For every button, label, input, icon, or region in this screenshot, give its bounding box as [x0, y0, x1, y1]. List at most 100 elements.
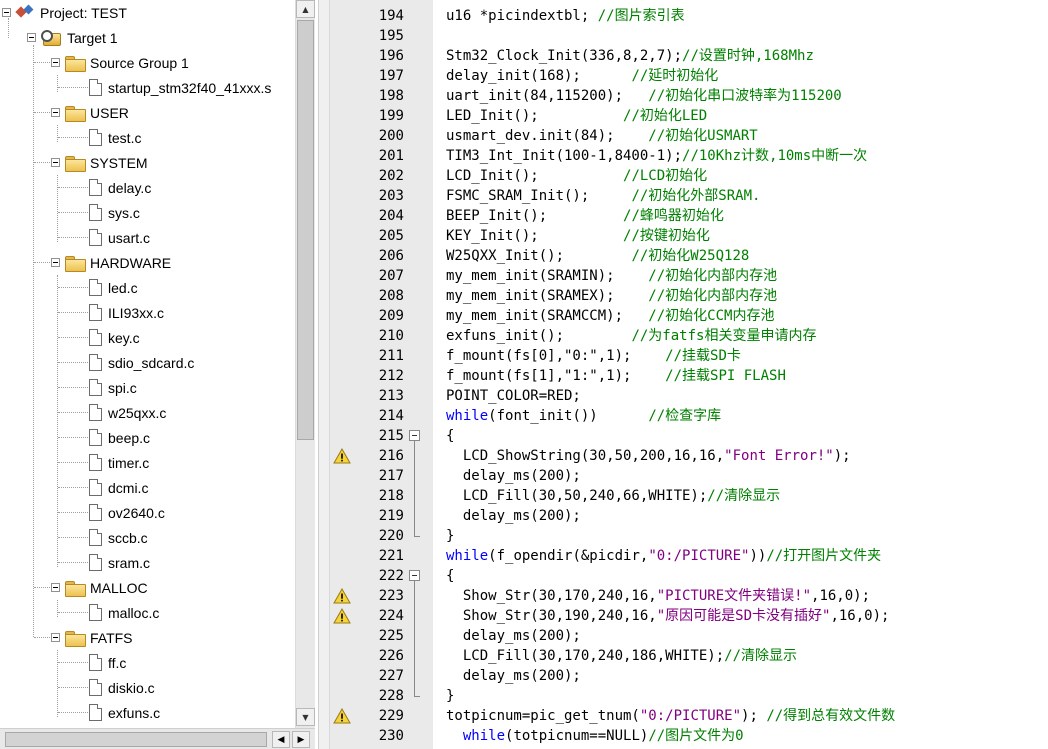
code-text: my_mem_init(SRAMEX); //初始化内部内存池 [446, 286, 777, 306]
code-line[interactable]: 225 delay_ms(200); [330, 626, 1048, 646]
code-line[interactable]: 204 BEEP_Init(); //蜂鸣器初始化 [330, 206, 1048, 226]
code-line[interactable]: 211 f_mount(fs[0],"0:",1); //挂载SD卡 [330, 346, 1048, 366]
code-token: usmart_dev.init(84); [446, 128, 649, 144]
file-icon [89, 604, 102, 621]
code-line[interactable]: 203 FSMC_SRAM_Init(); //初始化外部SRAM. [330, 186, 1048, 206]
collapse-icon[interactable] [27, 33, 36, 42]
fold-minus-icon[interactable] [409, 570, 420, 581]
code-line[interactable]: 223 Show_Str(30,170,240,16,"PICTURE文件夹错误… [330, 586, 1048, 606]
tree-item-project[interactable]: Project: TEST [2, 0, 127, 25]
tree-file[interactable]: ov2640.c [75, 500, 165, 525]
line-number: 228 [378, 688, 404, 704]
horizontal-scrollbar[interactable]: ◀ ▶ [0, 728, 315, 749]
tree-file[interactable]: startup_stm32f40_41xxx.s [75, 75, 271, 100]
collapse-icon[interactable] [51, 583, 60, 592]
collapse-icon[interactable] [51, 258, 60, 267]
code-line[interactable]: 195 [330, 26, 1048, 46]
tree-file[interactable]: w25qxx.c [75, 400, 166, 425]
vertical-scrollbar[interactable]: ▲ ▼ [295, 0, 315, 728]
group-label: HARDWARE [90, 254, 172, 271]
tree-group[interactable]: MALLOC [51, 575, 148, 600]
line-number: 206 [378, 248, 404, 264]
code-line[interactable]: 198 uart_init(84,115200); //初始化串口波特率为1152… [330, 86, 1048, 106]
file-label: sram.c [108, 554, 150, 571]
code-text: POINT_COLOR=RED; [446, 386, 581, 406]
tree-group[interactable]: FATFS [51, 625, 133, 650]
code-line[interactable]: 202 LCD_Init(); //LCD初始化 [330, 166, 1048, 186]
line-number: 215 [378, 428, 404, 444]
code-token: (font_init()) [488, 408, 649, 424]
code-token: TIM3_Int_Init(100-1,8400-1); [446, 148, 683, 164]
code-line[interactable]: 196 Stm32_Clock_Init(336,8,2,7);//设置时钟,16… [330, 46, 1048, 66]
warning-icon[interactable] [333, 608, 351, 624]
code-line[interactable]: 226 LCD_Fill(30,170,240,186,WHITE);//清除显… [330, 646, 1048, 666]
warning-icon[interactable] [333, 708, 351, 724]
line-number: 220 [378, 528, 404, 544]
tree-item-target[interactable]: Target 1 [27, 25, 118, 50]
scroll-up-button[interactable]: ▲ [296, 0, 315, 18]
code-line[interactable]: 209 my_mem_init(SRAMCCM); //初始化CCM内存池 [330, 306, 1048, 326]
collapse-icon[interactable] [51, 158, 60, 167]
code-line[interactable]: 228} [330, 686, 1048, 706]
horizontal-scroll-thumb[interactable] [5, 732, 267, 747]
code-line[interactable]: 230 while(totpicnum==NULL)//图片文件为0 [330, 726, 1048, 746]
code-token: u16 *picindextbl; [446, 8, 598, 24]
code-editor[interactable]: 194 u16 *picindextbl; //图片索引表 195 196 Stm32_… [330, 0, 1048, 749]
tree-group[interactable]: USER [51, 100, 129, 125]
code-text: delay_ms(200); [446, 626, 581, 646]
tree-group[interactable]: Source Group 1 [51, 50, 189, 75]
code-line[interactable]: 216 LCD_ShowString(30,50,200,16,16,"Font… [330, 446, 1048, 466]
code-token: //挂载SPI FLASH [665, 368, 786, 384]
code-line[interactable]: 205 KEY_Init(); //按键初始化 [330, 226, 1048, 246]
scroll-right-button[interactable]: ▶ [292, 731, 310, 748]
tree-file[interactable]: ILI93xx.c [75, 300, 164, 325]
code-line[interactable]: 222 { [330, 566, 1048, 586]
code-line[interactable]: 199 LED_Init(); //初始化LED [330, 106, 1048, 126]
folder-icon [65, 105, 86, 122]
collapse-icon[interactable] [51, 633, 60, 642]
code-line[interactable]: 215 { [330, 426, 1048, 446]
pane-splitter[interactable] [318, 0, 330, 749]
tree-group[interactable]: SYSTEM [51, 150, 148, 175]
code-line[interactable]: 219 delay_ms(200); [330, 506, 1048, 526]
file-icon [89, 404, 102, 421]
code-text: usmart_dev.init(84); //初始化USMART [446, 126, 758, 146]
file-label: malloc.c [108, 604, 160, 621]
file-icon [89, 479, 102, 496]
code-line[interactable]: 208 my_mem_init(SRAMEX); //初始化内部内存池 [330, 286, 1048, 306]
line-number: 216 [378, 448, 404, 464]
vertical-scroll-thumb[interactable] [297, 20, 314, 440]
code-line[interactable]: 220} [330, 526, 1048, 546]
code-line[interactable]: 217 delay_ms(200); [330, 466, 1048, 486]
collapse-icon[interactable] [51, 108, 60, 117]
collapse-icon[interactable] [2, 8, 11, 17]
code-line[interactable]: 214 while(font_init()) //检查字库 [330, 406, 1048, 426]
file-label: spi.c [108, 379, 137, 396]
line-number: 222 [378, 568, 404, 584]
collapse-icon[interactable] [51, 58, 60, 67]
code-line[interactable]: 194 u16 *picindextbl; //图片索引表 [330, 6, 1048, 26]
code-line[interactable]: 200 usmart_dev.init(84); //初始化USMART [330, 126, 1048, 146]
line-number: 226 [378, 648, 404, 664]
code-line[interactable]: 224 Show_Str(30,190,240,16,"原因可能是SD卡没有插好… [330, 606, 1048, 626]
warning-icon[interactable] [333, 588, 351, 604]
tree-group[interactable]: HARDWARE [51, 250, 171, 275]
warning-icon[interactable] [333, 448, 351, 464]
code-line[interactable]: 201 TIM3_Int_Init(100-1,8400-1);//10Khz计数… [330, 146, 1048, 166]
code-line[interactable]: 218 LCD_Fill(30,50,240,66,WHITE);//清除显示 [330, 486, 1048, 506]
code-line[interactable]: 206 W25QXX_Init(); //初始化W25Q128 [330, 246, 1048, 266]
code-line[interactable]: 207 my_mem_init(SRAMIN); //初始化内部内存池 [330, 266, 1048, 286]
fold-minus-icon[interactable] [409, 430, 420, 441]
code-token: "Font Error!" [724, 448, 834, 464]
code-line[interactable]: 229 totpicnum=pic_get_tnum("0:/PICTURE");… [330, 706, 1048, 726]
code-line[interactable]: 221 while(f_opendir(&picdir,"0:/PICTURE")… [330, 546, 1048, 566]
code-line[interactable]: 213 POINT_COLOR=RED; [330, 386, 1048, 406]
code-line[interactable]: 210 exfuns_init(); //为fatfs相关变量申请内存 [330, 326, 1048, 346]
scroll-down-button[interactable]: ▼ [296, 708, 315, 726]
tree-file[interactable]: sdio_sdcard.c [75, 350, 194, 375]
code-line[interactable]: 212 f_mount(fs[1],"1:",1); //挂载SPI FLASH [330, 366, 1048, 386]
scroll-left-button[interactable]: ◀ [272, 731, 290, 748]
code-line[interactable]: 197 delay_init(168); //延时初始化 [330, 66, 1048, 86]
code-line[interactable]: 227 delay_ms(200); [330, 666, 1048, 686]
line-number: 217 [378, 468, 404, 484]
